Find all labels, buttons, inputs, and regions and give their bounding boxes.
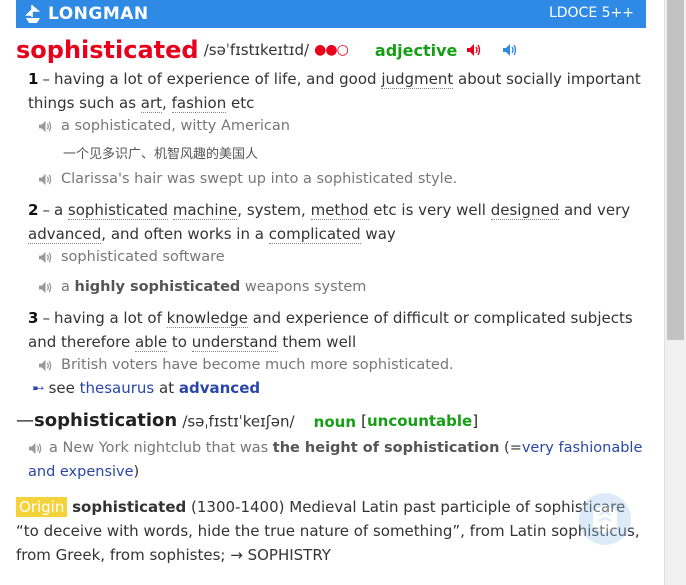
runon-part-of-speech: noun	[313, 412, 357, 431]
example-text: a	[61, 279, 75, 295]
sense-2: 2– a sophisticated machine, system, metho…	[28, 201, 631, 244]
runon-dash: —	[16, 410, 34, 431]
headword: sophisticated	[16, 36, 199, 64]
gloss-paren: )	[133, 464, 140, 480]
definition-text: to	[167, 333, 192, 351]
definition-text: ,	[162, 94, 172, 112]
speaker-icon[interactable]	[38, 281, 53, 294]
definition-text: them well	[277, 333, 357, 351]
example-sentence: British voters have become much more sop…	[38, 354, 454, 376]
pronunciation: /səˈfɪstɪkeɪtɪd/	[203, 41, 310, 59]
sense-number: 1	[28, 70, 39, 88]
sense-number: 2	[28, 201, 39, 219]
runon-pronunciation: /səˌfɪstɪˈkeɪʃən/	[182, 412, 295, 431]
sense-3: 3– having a lot of knowledge and experien…	[28, 309, 633, 352]
headword-line: sophisticated /səˈfɪstɪkeɪtɪd/ ●●○ adjec…	[16, 36, 518, 66]
speaker-blue-icon[interactable]	[502, 43, 518, 57]
definition-link[interactable]: fashion	[171, 94, 227, 113]
example-text: sophisticated software	[61, 249, 225, 265]
definition-link[interactable]: understand	[191, 333, 278, 352]
definition-link[interactable]: complicated	[268, 225, 361, 244]
definition-link[interactable]: sophisticated	[67, 201, 169, 220]
speaker-icon[interactable]	[38, 173, 53, 186]
definition-link[interactable]: machine	[172, 201, 238, 220]
thesaurus-link[interactable]: thesaurus	[80, 379, 155, 397]
example-text: a New York nightclub that was	[49, 440, 273, 456]
definition-link[interactable]: method	[310, 201, 369, 220]
definition-text: having a lot of experience of life, and …	[53, 70, 382, 88]
example-text: weapons system	[240, 279, 367, 295]
definition-text: etc is very well	[368, 201, 491, 219]
definition-link[interactable]: art	[140, 94, 163, 113]
brand-name: LONGMAN	[48, 4, 149, 24]
origin-word: sophisticated	[72, 498, 187, 516]
vertical-scrollbar[interactable]	[664, 0, 686, 585]
definition-text: etc	[226, 94, 255, 112]
frequency-dots: ●●○	[314, 42, 349, 58]
speaker-icon[interactable]	[28, 442, 43, 455]
speaker-icon[interactable]	[38, 359, 53, 372]
see-text: see	[48, 379, 80, 397]
grammar-code: [uncountable]	[361, 412, 478, 430]
origin-section: Origin sophisticated (1300-1400) Medieva…	[16, 495, 652, 567]
part-of-speech: adjective	[374, 40, 458, 60]
example-text: British voters have become much more sop…	[61, 357, 454, 373]
runon-example: a New York nightclub that was the height…	[28, 436, 648, 484]
definition-text: way	[360, 225, 396, 243]
definition-link[interactable]: judgment	[381, 70, 454, 89]
bracket: ]	[472, 412, 479, 430]
see-thesaurus: ➸ see thesaurus at advanced	[32, 379, 260, 397]
speaker-icon[interactable]	[466, 43, 482, 57]
edition-label: LDOCE 5++	[548, 5, 634, 21]
definition-text: having a lot of	[53, 309, 167, 327]
runon-headword: sophistication	[34, 410, 178, 431]
watermark-logo-icon	[579, 493, 631, 545]
definition-link[interactable]: designed	[490, 201, 560, 220]
grammar-label: uncountable	[366, 412, 473, 430]
dictionary-header: LONGMAN LDOCE 5++	[16, 0, 646, 28]
definition-text: , and often works in a	[101, 225, 269, 243]
translation-text: 一个见多识广、机智风趣的美国人	[63, 147, 259, 162]
dictionary-entry-panel: LONGMAN LDOCE 5++ sophisticated /səˈfɪst…	[0, 0, 664, 585]
example-text: Clarissa's hair was swept up into a soph…	[61, 171, 458, 187]
see-text: at	[154, 379, 179, 397]
example-sentence: sophisticated software	[38, 246, 225, 268]
speaker-icon[interactable]	[38, 251, 53, 264]
collocation-text: highly sophisticated	[74, 279, 241, 295]
origin-label: Origin	[16, 497, 68, 517]
example-text: a sophisticated, witty American	[61, 118, 290, 134]
sense-1: 1– having a lot of experience of life, an…	[28, 70, 641, 113]
sense-number: 3	[28, 309, 39, 327]
speaker-icon[interactable]	[38, 120, 53, 133]
definition-link[interactable]: knowledge	[166, 309, 248, 328]
example-sentence: a sophisticated, witty American	[38, 115, 290, 137]
definition-text: a	[53, 201, 68, 219]
definition-link[interactable]: advanced	[28, 225, 102, 244]
collocation-text: the height of sophistication	[272, 440, 500, 456]
example-sentence: Clarissa's hair was swept up into a soph…	[38, 168, 457, 190]
definition-text: and very	[559, 201, 631, 219]
arrow-icon: ➸	[32, 379, 45, 397]
thesaurus-target-link[interactable]: advanced	[179, 379, 260, 397]
scrollbar-thumb[interactable]	[667, 0, 684, 340]
example-sentence: a highly sophisticated weapons system	[38, 276, 366, 298]
definition-text: , system,	[237, 201, 311, 219]
definition-link[interactable]: able	[134, 333, 168, 352]
runon-entry: —sophistication /səˌfɪstɪˈkeɪʃən/ noun […	[16, 410, 478, 431]
ship-logo-icon	[25, 5, 41, 23]
gloss-paren: (=	[499, 440, 522, 456]
